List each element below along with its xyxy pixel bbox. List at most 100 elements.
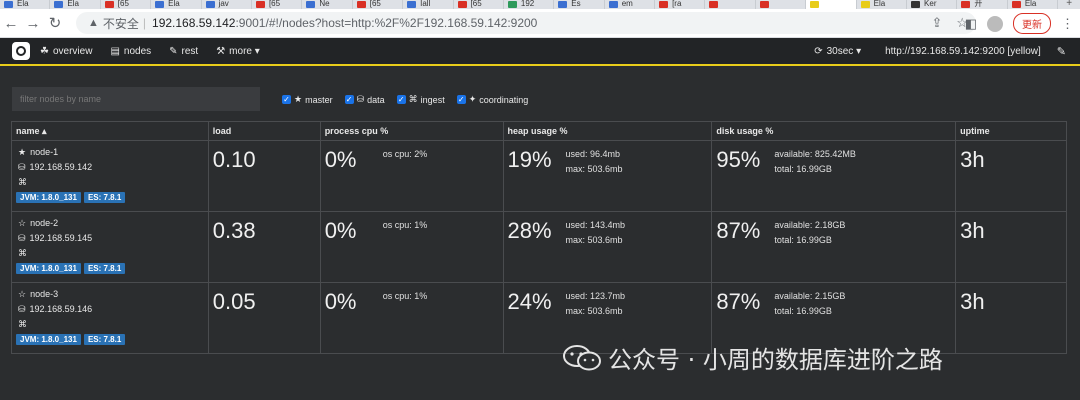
node-ip: 192.168.59.146 — [29, 304, 93, 314]
forward-icon[interactable]: → — [22, 15, 44, 32]
refresh-interval-dropdown[interactable]: ⟳ 30sec ▾ — [814, 46, 861, 57]
address-bar[interactable]: ▲ 不安全 | 192.168.59.142 :9001/#!/nodes?ho… — [76, 12, 976, 34]
column-header-uptime[interactable]: uptime — [955, 121, 1067, 141]
tab-favicon-icon — [810, 1, 820, 8]
nav-more[interactable]: ⚒ more ▾ — [216, 46, 260, 57]
logo-icon[interactable] — [12, 42, 30, 60]
share-icon[interactable]: ⇪ — [931, 15, 942, 31]
disk-available: available: 2.15GB — [774, 291, 846, 301]
master-star-icon: ★ — [18, 147, 27, 157]
browser-tab[interactable]: Ela — [1008, 0, 1059, 9]
filter-data-checkbox[interactable]: ✓ ⛁ data — [344, 94, 385, 105]
browser-tab[interactable]: [65 — [353, 0, 404, 9]
browser-tab[interactable] — [756, 0, 807, 9]
tab-title: Ela — [873, 0, 886, 8]
column-header-heap-usage[interactable]: heap usage % — [502, 121, 713, 141]
browser-tab[interactable]: [ra — [655, 0, 706, 9]
browser-tab[interactable]: Ela — [0, 0, 51, 9]
tab-favicon-icon — [558, 1, 568, 8]
load-value: 0.38 — [212, 218, 256, 243]
node-cell: ★ node-1 ⛁ 192.168.59.142 ⌘ JVM: 1.8.0_131… — [11, 140, 209, 212]
load-cell: 0.38 — [207, 211, 321, 283]
browser-tab[interactable]: 开 — [957, 0, 1008, 9]
column-header-process-cpu[interactable]: process cpu % — [319, 121, 504, 141]
heap-cell: 28% used: 143.4mb max: 503.6mb — [502, 211, 713, 283]
tab-title: [65 — [117, 0, 129, 8]
disk-total: total: 16.99GB — [774, 235, 832, 245]
nav-nodes-label: nodes — [123, 45, 152, 57]
load-value: 0.05 — [212, 289, 256, 314]
tab-title: Ela — [17, 0, 29, 8]
browser-tab[interactable]: Es — [554, 0, 605, 9]
tab-title: Ker — [924, 0, 937, 8]
nav-nodes[interactable]: ▤ nodes — [110, 46, 151, 57]
browser-tab-strip: Ela Ela [65 Ela jav [65 Ne [65 Iall [65 192 Es em [ra… — [0, 0, 1080, 9]
tab-favicon-icon — [709, 1, 719, 8]
browser-tab[interactable]: Ker — [907, 0, 958, 9]
column-header-disk-usage[interactable]: disk usage % — [711, 121, 957, 141]
column-header-load[interactable]: load — [207, 121, 321, 141]
reload-icon[interactable]: ↻ — [44, 14, 66, 32]
checkbox-checked-icon[interactable]: ✓ — [396, 95, 406, 104]
browser-tab[interactable]: 192 — [504, 0, 555, 9]
update-button[interactable]: 更新 — [1013, 13, 1051, 34]
browser-tab[interactable]: Ne — [302, 0, 353, 9]
node-name[interactable]: node-3 — [30, 287, 58, 302]
tab-title: em — [621, 0, 633, 8]
node-cell: ☆ node-3 ⛁ 192.168.59.146 ⌘ JVM: 1.8.0_131… — [11, 282, 209, 354]
filter-nodes-input[interactable] — [12, 87, 260, 111]
new-tab-icon[interactable]: + — [1058, 0, 1080, 9]
browser-tab[interactable]: Ela — [151, 0, 202, 9]
browser-toolbar: ← → ↻ ▲ 不安全 | 192.168.59.142 :9001/#!/no… — [0, 9, 1080, 38]
browser-tab[interactable]: Ela — [50, 0, 101, 9]
checkbox-checked-icon[interactable]: ✓ — [456, 95, 466, 104]
tab-title: [65 — [369, 0, 381, 8]
node-ip: 192.168.59.142 — [29, 162, 93, 172]
browser-tab[interactable]: [65 — [252, 0, 303, 9]
ingest-icon: ⌘ — [408, 94, 418, 104]
os-cpu: os cpu: 1% — [382, 291, 428, 301]
browser-tab[interactable]: Iall — [403, 0, 454, 9]
os-cpu: os cpu: 2% — [382, 149, 428, 159]
warning-icon: ▲ — [88, 17, 99, 29]
tab-favicon-icon — [4, 1, 13, 8]
url-path: :9001/#!/nodes?host=http:%2F%2F192.168.5… — [235, 16, 538, 30]
disk-available: available: 825.42MB — [774, 149, 856, 159]
browser-tab[interactable]: Ela — [857, 0, 908, 9]
ingest-icon: ⌘ — [18, 177, 27, 187]
disk-cell: 95% available: 825.42MB total: 16.99GB — [711, 140, 957, 212]
star-outline-icon: ☆ — [18, 289, 27, 299]
menu-dots-icon[interactable]: ⋮ — [1061, 16, 1074, 32]
filter-ingest-checkbox[interactable]: ✓ ⌘ ingest — [396, 94, 445, 105]
tab-favicon-icon — [659, 1, 669, 8]
filter-master-checkbox[interactable]: ✓ ★ master — [282, 94, 333, 105]
tools-icon: ⚒ — [216, 45, 226, 57]
browser-tab[interactable]: [65 — [454, 0, 504, 9]
cluster-connection[interactable]: http://192.168.59.142:9200 [yellow] — [885, 46, 1041, 57]
filter-coordinating-label: coordinating — [479, 94, 529, 105]
tab-title: [65 — [470, 0, 482, 8]
column-header-name[interactable]: name ▴ — [11, 121, 209, 141]
back-icon[interactable]: ← — [0, 15, 22, 32]
browser-tab[interactable]: jav — [202, 0, 252, 9]
nav-rest[interactable]: ✎ rest — [169, 46, 198, 57]
checkbox-checked-icon[interactable]: ✓ — [344, 95, 354, 104]
browser-tab[interactable]: em — [605, 0, 656, 9]
process-cpu-value: 0% — [324, 218, 357, 243]
table-header-row: name ▴ load process cpu % heap usage % d… — [11, 121, 1067, 141]
pin-icon[interactable]: ✎ — [1057, 45, 1066, 58]
profile-avatar[interactable] — [987, 15, 1003, 32]
browser-tab[interactable] — [806, 0, 857, 9]
sidebar-icon[interactable]: ◧ — [965, 16, 977, 32]
nav-overview[interactable]: ☘ overview — [40, 46, 92, 57]
address-separator: | — [142, 16, 147, 30]
node-name[interactable]: node-1 — [30, 145, 58, 160]
uptime-value: 3h — [960, 218, 985, 243]
filter-coordinating-checkbox[interactable]: ✓ ✦ coordinating — [456, 94, 529, 105]
node-name[interactable]: node-2 — [30, 216, 58, 231]
browser-tab[interactable] — [705, 0, 756, 9]
disk-value: 95% — [716, 147, 761, 172]
browser-tab[interactable]: [65 — [101, 0, 152, 9]
es-version-badge: ES: 7.8.1 — [83, 263, 126, 274]
checkbox-checked-icon[interactable]: ✓ — [282, 95, 291, 104]
